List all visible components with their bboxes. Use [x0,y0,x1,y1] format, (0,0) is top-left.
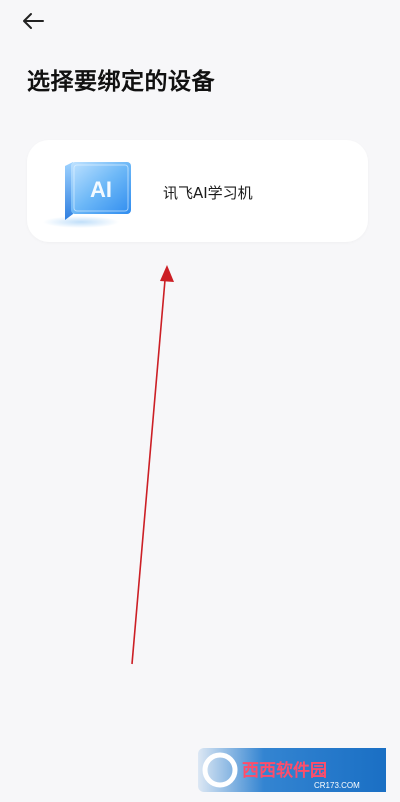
arrow-left-icon [23,13,44,29]
device-card-xunfei-ai[interactable]: AI 讯飞AI学习机 [27,140,368,242]
annotation-arrow-icon [131,265,174,665]
watermark-logo: 西西软件园 CR173.COM [198,748,386,792]
page-title: 选择要绑定的设备 [27,69,215,95]
svg-text:CR173.COM: CR173.COM [314,781,360,790]
back-button[interactable] [22,6,56,36]
device-name: 讯飞AI学习机 [163,184,253,202]
svg-text:AI: AI [90,177,112,202]
ai-device-icon: AI [43,158,143,230]
svg-text:西西软件园: 西西软件园 [242,760,327,781]
